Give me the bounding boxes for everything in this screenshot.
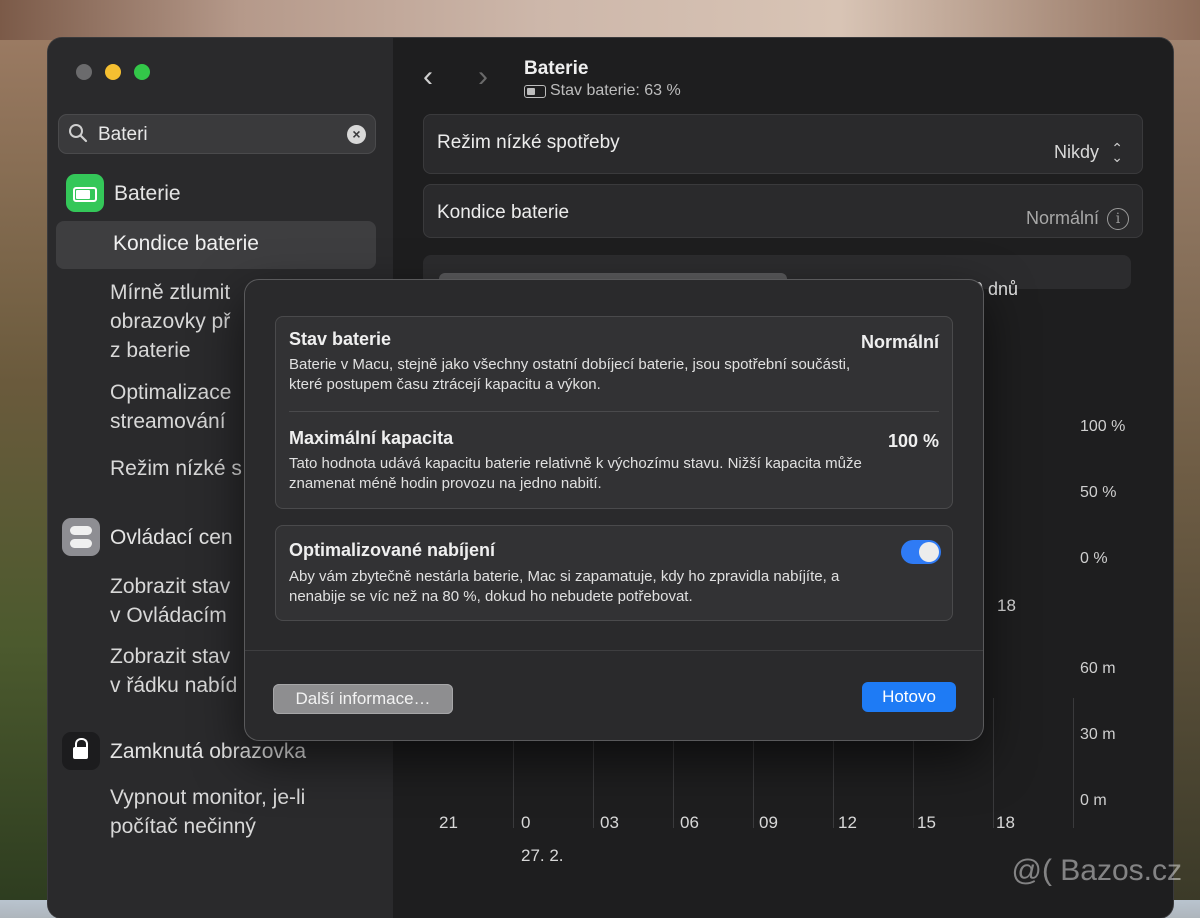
sidebar-item-label: Baterie [114, 182, 181, 205]
x-tick-label: 18 [996, 813, 1015, 832]
max-capacity-title: Maximální kapacita [289, 428, 454, 448]
search-icon [69, 124, 88, 143]
x-tick-label: 12 [838, 813, 857, 832]
battery-state-title: Stav baterie [289, 329, 392, 349]
y-axis-label: 0 % [1080, 550, 1108, 567]
sidebar-subitem-rezim[interactable]: Režim nízké s [110, 454, 242, 483]
battery-status-icon [524, 85, 546, 98]
sidebar-subitem-streamovani[interactable]: Optimalizace streamování [110, 378, 231, 436]
max-capacity-description: Tato hodnota udává kapacitu baterie rela… [289, 455, 862, 492]
back-button[interactable]: ‹ [423, 60, 433, 94]
divider [289, 411, 939, 412]
sidebar-subitem-stav-ovladaci[interactable]: Zobrazit stav v Ovládacím [110, 572, 230, 630]
more-info-button[interactable]: Další informace… [273, 684, 453, 714]
max-capacity-value: 100 % [887, 431, 939, 451]
sidebar-subitem-label: Kondice baterie [113, 232, 259, 255]
sidebar-item-baterie[interactable]: Baterie [48, 174, 393, 214]
dialog-separator [245, 650, 983, 651]
gridline [1073, 698, 1074, 828]
date-label: 27. 2. [521, 846, 564, 865]
battery-state-description: Baterie v Macu, stejně jako všechny osta… [289, 356, 851, 393]
zoom-button[interactable] [134, 64, 150, 80]
battery-icon [66, 174, 104, 212]
sidebar-item-label: Ovládací cen [110, 526, 233, 549]
info-icon[interactable]: i [1107, 208, 1129, 230]
page-title: Baterie [524, 58, 589, 79]
lock-icon [62, 732, 100, 770]
clear-search-icon[interactable]: × [347, 125, 366, 144]
optimized-charging-description: Aby vám zbytečně nestárla baterie, Mac s… [289, 568, 840, 605]
sidebar-subitem-kondice[interactable]: Kondice baterie [56, 221, 376, 269]
y-axis-label: 60 m [1080, 660, 1116, 677]
done-button[interactable]: Hotovo [862, 682, 956, 712]
sidebar-item-label: Zamknutá obrazovka [110, 740, 307, 763]
sidebar-subitem-ztlumit[interactable]: Mírně ztlumit obrazovky př z baterie [110, 278, 230, 365]
y-axis-label: 100 % [1080, 418, 1126, 435]
optimized-charging-toggle[interactable] [901, 540, 941, 564]
x-tick-label: 03 [600, 813, 619, 832]
low-power-row: Režim nízké spotřeby Nikdy ⌃ ⌄ [423, 114, 1143, 174]
x-tick-label: 09 [759, 813, 778, 832]
watermark: @( Bazos.cz [1011, 854, 1183, 887]
battery-health-dialog: Stav baterie Normální Baterie v Macu, st… [245, 280, 983, 740]
optimized-charging-group: Optimalizované nabíjení Aby vám zbytečně… [275, 525, 953, 621]
y-axis-label: 30 m [1080, 726, 1116, 743]
control-center-icon [62, 518, 100, 556]
low-power-label: Režim nízké spotřeby [437, 132, 620, 153]
close-button[interactable] [76, 64, 92, 80]
stepper-chevron-icon: ⌃ ⌄ [1111, 140, 1123, 165]
sidebar-subitem-stav-radek[interactable]: Zobrazit stav v řádku nabíd [110, 642, 237, 700]
x-tick-label: 06 [680, 813, 699, 832]
gridline [993, 698, 994, 828]
x-tick-label: 0 [521, 813, 531, 832]
battery-state-value: Normální [860, 332, 939, 352]
search-input[interactable] [96, 114, 340, 156]
search-field[interactable]: × [58, 114, 376, 156]
battery-info-group: Stav baterie Normální Baterie v Macu, st… [275, 316, 953, 509]
x-tick-label: 15 [917, 813, 936, 832]
minimize-button[interactable] [105, 64, 121, 80]
x-tick-label: 21 [439, 813, 458, 832]
optimized-charging-title: Optimalizované nabíjení [289, 540, 496, 560]
y-axis-label: 50 % [1080, 484, 1117, 501]
battery-status-text: Stav baterie: 63 % [550, 82, 681, 99]
battery-health-row: Kondice baterie Normální i [423, 184, 1143, 238]
battery-health-value: Normální [1025, 208, 1099, 228]
low-power-select[interactable]: Nikdy [1054, 142, 1099, 163]
battery-health-label: Kondice baterie [437, 202, 570, 223]
forward-button[interactable]: › [478, 60, 488, 94]
sidebar-subitem-vypnout[interactable]: Vypnout monitor, je-li počítač nečinný [110, 783, 305, 841]
x-tick-label: 18 [997, 596, 1016, 615]
y-axis-label: 0 m [1080, 792, 1107, 809]
